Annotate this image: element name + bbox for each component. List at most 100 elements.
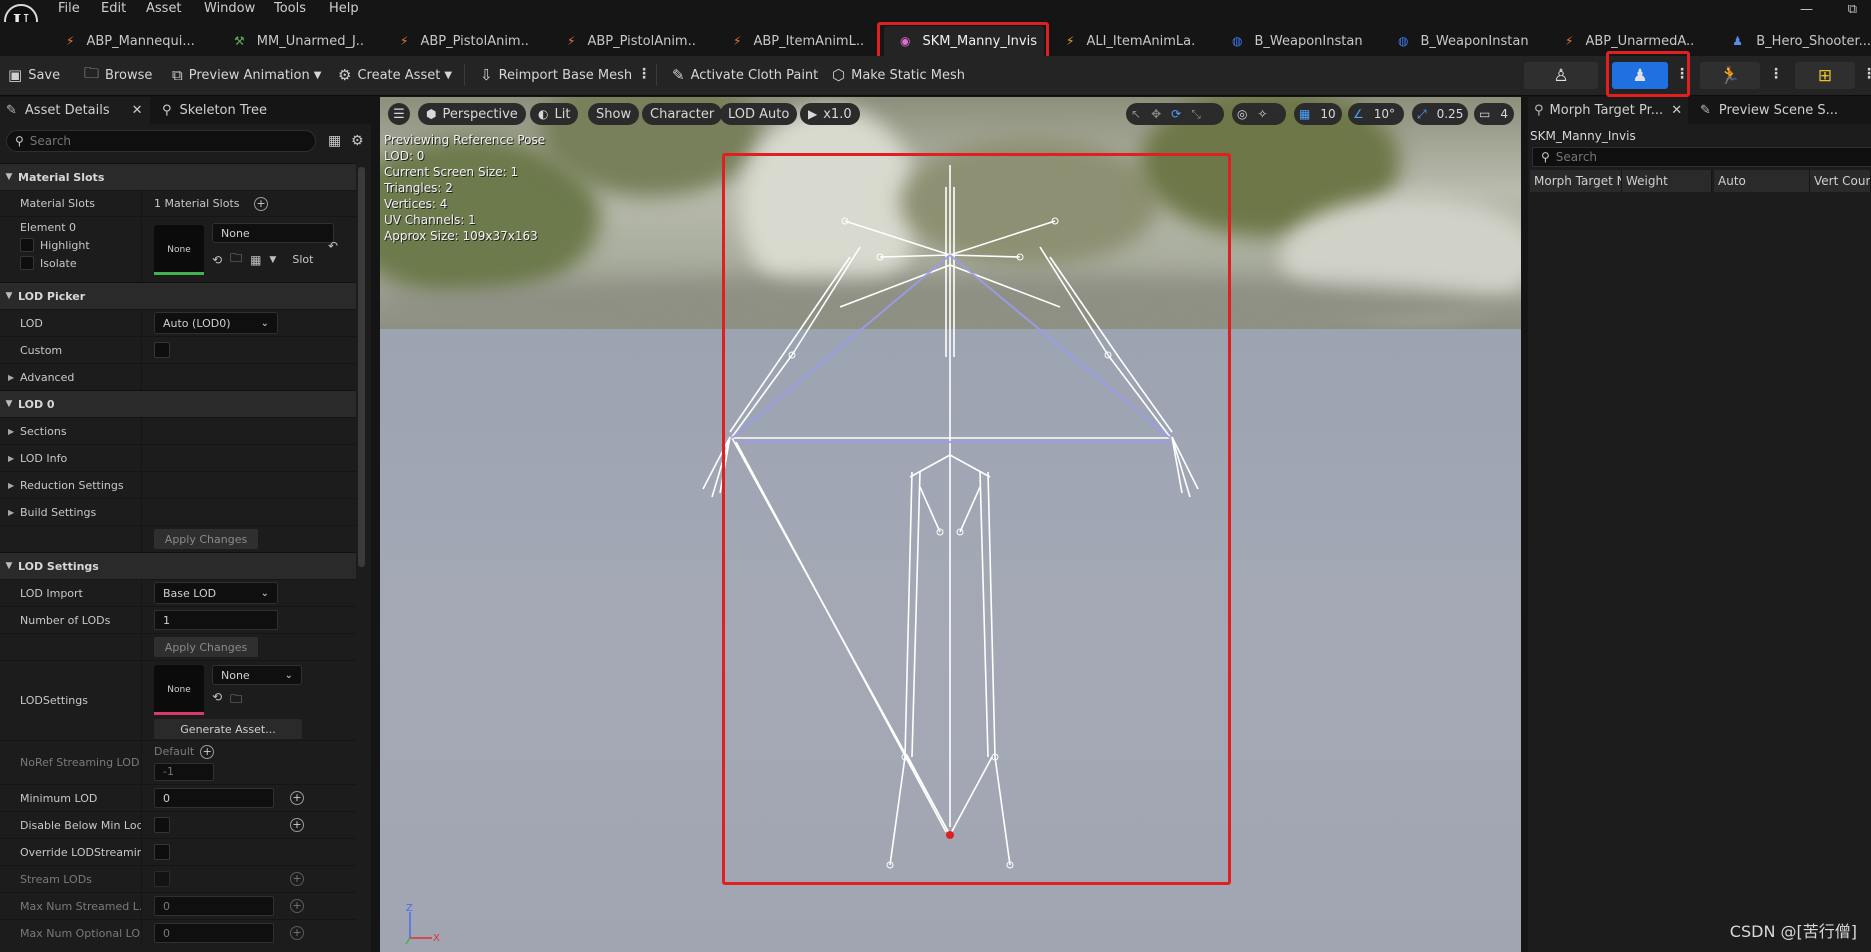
lodsettings-thumbnail[interactable]: None: [154, 665, 204, 715]
add-override-icon[interactable]: +: [290, 791, 304, 805]
add-override-icon[interactable]: +: [200, 744, 215, 759]
save-icon: ▣: [8, 66, 23, 84]
table-view-icon[interactable]: ▦: [328, 133, 341, 149]
tab-abp-mannequin[interactable]: ⚡ ABP_Mannequi... •: [66, 26, 202, 56]
animation-mode-button[interactable]: 🏃: [1700, 62, 1760, 89]
generate-asset-button[interactable]: Generate Asset...: [154, 719, 302, 739]
tab-abp-pistol-2[interactable]: ⚡ ABP_PistolAnim...: [567, 26, 697, 56]
apply-changes-button[interactable]: Apply Changes: [154, 637, 258, 657]
blueprint-mode-button[interactable]: ⊞: [1795, 62, 1855, 89]
tab-b-hero-shooter[interactable]: ♟ B_Hero_Shooter...: [1731, 26, 1871, 56]
property-label: Disable Below Min Lod...: [0, 812, 142, 838]
skeleton-mode-button[interactable]: ♙: [1524, 62, 1598, 89]
save-button[interactable]: ▣ Save: [8, 56, 60, 94]
property-label: Max Num Optional LO...: [0, 920, 142, 946]
category-lod-settings[interactable]: ▼ LOD Settings: [0, 552, 356, 579]
menu-tools[interactable]: Tools: [274, 1, 306, 16]
activate-cloth-paint-button[interactable]: ✎ Activate Cloth Paint: [672, 56, 818, 94]
max-streamed-field[interactable]: 0: [154, 896, 274, 916]
browse-folder-icon[interactable]: 🗀: [230, 249, 242, 270]
tab-ali-item[interactable]: ⚡ ALI_ItemAnimLa...: [1066, 26, 1196, 56]
watermark: CSDN @[苦行僧]: [1729, 922, 1857, 941]
menu-window[interactable]: Window: [204, 1, 255, 16]
tab-asset-details[interactable]: ✎ Asset Details ✕: [0, 97, 150, 124]
tab-abp-item[interactable]: ⚡ ABP_ItemAnimL...: [733, 26, 863, 56]
row-sections[interactable]: ▶ Sections: [0, 417, 356, 444]
add-override-icon[interactable]: +: [290, 899, 304, 913]
tab-preview-scene-settings[interactable]: ✎ Preview Scene S...: [1694, 97, 1871, 124]
add-override-icon[interactable]: +: [290, 818, 304, 832]
reset-arrow-icon[interactable]: ⟲: [212, 253, 222, 267]
tab-morph-target-preview[interactable]: ⚲ Morph Target Pr... ✕: [1528, 97, 1688, 124]
row-apply-changes: Apply Changes: [0, 525, 356, 552]
add-slot-icon[interactable]: +: [254, 197, 268, 211]
details-search-input[interactable]: [29, 134, 290, 148]
category-lod-picker[interactable]: ▼ LOD Picker: [0, 282, 356, 309]
row-override-lod-streaming: Override LODStreamin...: [0, 838, 356, 865]
row-advanced[interactable]: ▶ Advanced: [0, 363, 356, 390]
row-lod-info[interactable]: ▶ LOD Info: [0, 444, 356, 471]
browse-button[interactable]: 🗀 Browse: [84, 56, 152, 94]
reimport-base-mesh-button[interactable]: ⇩ Reimport Base Mesh: [480, 56, 632, 94]
column-vert-count[interactable]: Vert Count: [1810, 170, 1871, 192]
close-icon[interactable]: ✕: [1671, 103, 1682, 118]
lodsettings-combo[interactable]: None ⌄: [212, 665, 302, 685]
preview-animation-button[interactable]: ⧉ Preview Animation ▼: [172, 56, 321, 94]
add-override-icon[interactable]: +: [290, 872, 304, 886]
minimum-lod-field[interactable]: 0: [154, 788, 274, 808]
category-lod0[interactable]: ▼ LOD 0: [0, 390, 356, 417]
morph-search-input[interactable]: [1555, 150, 1816, 164]
minimize-button[interactable]: —: [1800, 2, 1813, 17]
max-optional-field[interactable]: 0: [154, 923, 274, 943]
category-material-slots[interactable]: ▼ Material Slots: [0, 163, 356, 190]
more-options-icon[interactable]: ⋮: [1862, 66, 1871, 82]
disable-below-min-lod-checkbox[interactable]: [154, 817, 170, 833]
custom-checkbox[interactable]: [154, 342, 170, 358]
details-search-box[interactable]: ⚲: [6, 130, 316, 152]
lod-import-dropdown[interactable]: Base LOD ⌄: [154, 582, 278, 604]
lod-dropdown[interactable]: Auto (LOD0) ⌄: [154, 312, 278, 334]
menu-asset[interactable]: Asset: [146, 1, 182, 16]
override-lod-streaming-checkbox[interactable]: [154, 844, 170, 860]
tab-abp-pistol-1[interactable]: ⚡ ABP_PistolAnim...: [400, 26, 530, 56]
chevron-down-icon: ▼: [5, 561, 13, 571]
menu-file[interactable]: File: [58, 1, 80, 16]
menu-help[interactable]: Help: [329, 1, 359, 16]
material-combo[interactable]: None: [212, 223, 334, 243]
add-override-icon[interactable]: +: [290, 926, 304, 940]
gear-icon[interactable]: ⚙: [351, 133, 364, 149]
tab-skeleton-tree[interactable]: ⚲ Skeleton Tree: [156, 97, 306, 124]
menu-edit[interactable]: Edit: [101, 1, 126, 16]
noref-value-field[interactable]: -1: [154, 762, 214, 781]
column-morph-target-name[interactable]: Morph Target N: [1530, 170, 1622, 192]
row-build-settings[interactable]: ▶ Build Settings: [0, 498, 356, 525]
browse-folder-icon[interactable]: 🗀: [230, 690, 242, 711]
highlight-frame-skeleton: [722, 153, 1231, 885]
viewport[interactable]: ☰ ⬢ Perspective ◐ Lit Show Character LOD…: [380, 97, 1521, 952]
tab-mm-unarmed[interactable]: ⚒ MM_Unarmed_J...: [234, 26, 364, 56]
column-auto[interactable]: Auto: [1714, 170, 1810, 192]
more-options-icon[interactable]: ⋮: [1769, 66, 1783, 82]
create-asset-button[interactable]: ⚙ Create Asset ▼: [338, 56, 452, 94]
highlight-checkbox[interactable]: [20, 238, 34, 252]
maximize-button[interactable]: ⧉: [1848, 2, 1857, 17]
tab-b-weapon-1[interactable]: ◍ B_WeaponInstan...: [1232, 26, 1362, 56]
material-thumbnail[interactable]: None: [154, 225, 204, 275]
morph-search-box[interactable]: ⚲: [1532, 147, 1871, 167]
column-weight[interactable]: Weight: [1622, 170, 1712, 192]
close-icon[interactable]: ✕: [132, 103, 143, 118]
number-of-lods-field[interactable]: 1: [154, 610, 278, 630]
reset-to-default-icon[interactable]: ↶: [328, 239, 338, 253]
reset-arrow-icon[interactable]: ⟲: [212, 690, 222, 711]
row-reduction-settings[interactable]: ▶ Reduction Settings: [0, 471, 356, 498]
details-scrollbar[interactable]: [358, 167, 365, 567]
stream-lods-checkbox[interactable]: [154, 871, 170, 887]
isolate-checkbox[interactable]: [20, 256, 34, 270]
checker-icon[interactable]: ▦: [250, 253, 261, 267]
chevron-right-icon: ▶: [8, 426, 15, 436]
tab-b-weapon-2[interactable]: ◍ B_WeaponInstan...: [1398, 26, 1528, 56]
apply-changes-button[interactable]: Apply Changes: [154, 529, 258, 549]
make-static-mesh-button[interactable]: ⬡ Make Static Mesh: [832, 56, 965, 94]
more-options-icon[interactable]: ⋮: [637, 66, 651, 82]
chevron-down-icon[interactable]: ▼: [269, 255, 276, 265]
